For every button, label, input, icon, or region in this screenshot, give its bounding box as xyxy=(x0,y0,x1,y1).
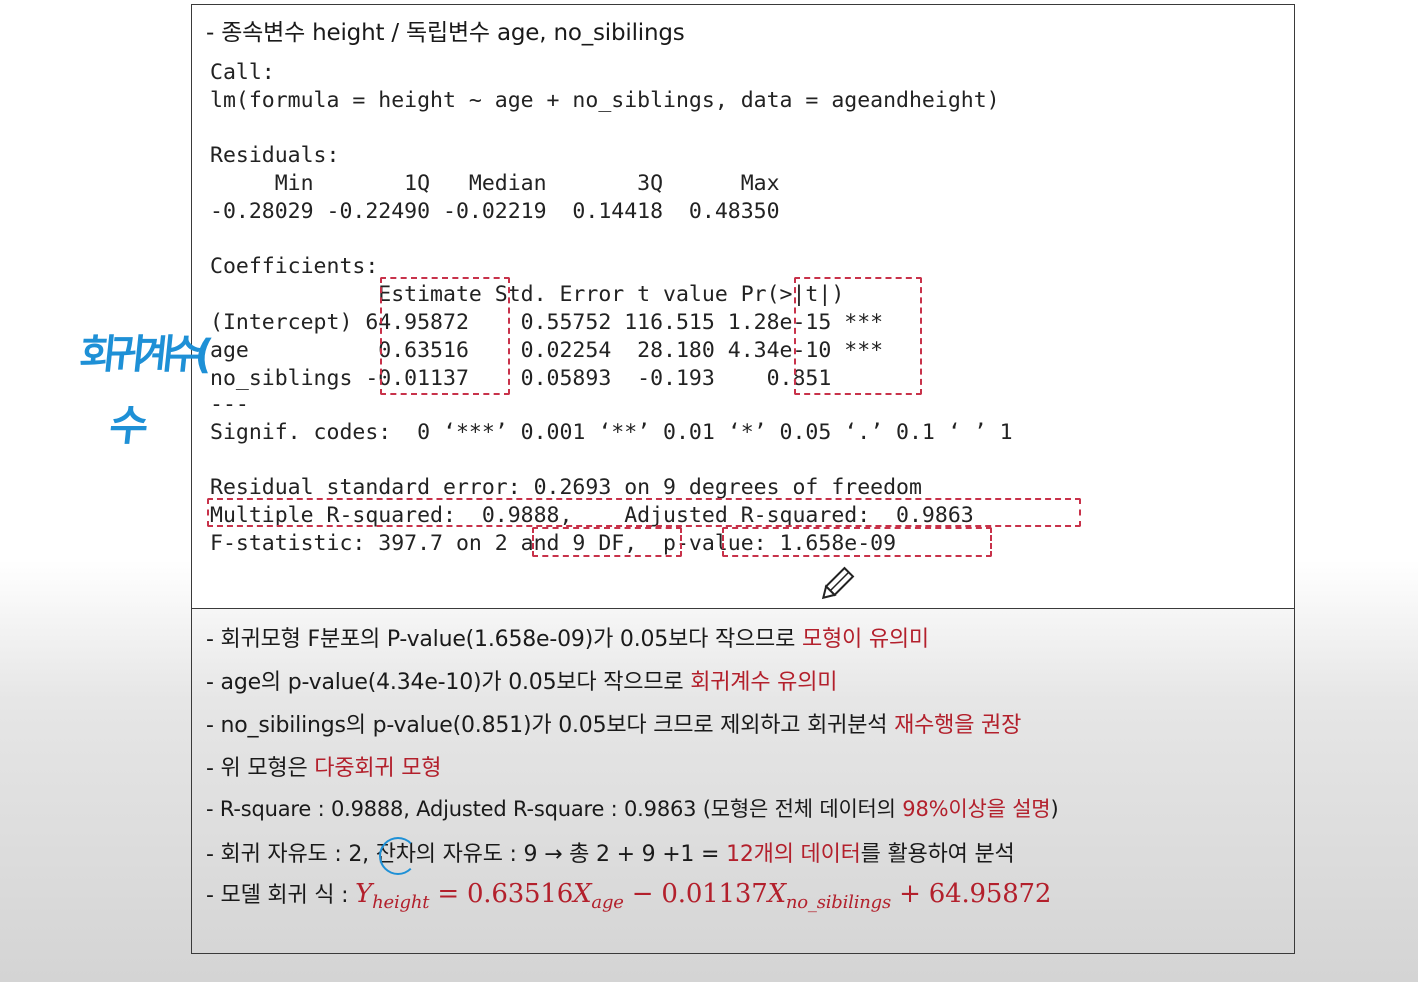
note-model-equation: - 모델 회귀 식 : Yheight = 0.63516Xage − 0.01… xyxy=(206,879,1052,914)
handwritten-annotation-line1: 회귀계수( xyxy=(77,332,208,378)
handwritten-annotation-line2: 수 xyxy=(107,401,151,450)
note-model-significance: - 회귀모형 F분포의 P-value(1.658e-09)가 0.05보다 작… xyxy=(206,627,929,652)
residuals-label: Residuals: xyxy=(210,143,340,168)
coef-row-age: age 0.63516 0.02254 28.180 4.34e-10 *** xyxy=(210,338,884,363)
r-squared-highlight-box xyxy=(207,498,1081,527)
note-r-square: - R-square : 0.9888, Adjusted R-square :… xyxy=(206,797,1059,821)
coef-header: Estimate Std. Error t value Pr(>|t|) xyxy=(210,282,845,307)
pencil-cursor-icon xyxy=(821,566,855,600)
residuals-header: Min 1Q Median 3Q Max xyxy=(210,171,780,196)
degrees-of-freedom-highlight-box xyxy=(532,527,682,557)
slide-heading: - 종속변수 height / 독립변수 age, no_sibilings xyxy=(206,20,685,46)
coef-separator: --- xyxy=(210,392,249,417)
coefficients-label: Coefficients: xyxy=(210,254,379,279)
coef-row-intercept: (Intercept) 64.95872 0.55752 116.515 1.2… xyxy=(210,310,884,335)
note-age-coefficient: - age의 p-value(4.34e-10)가 0.05보다 작으므로 회귀… xyxy=(206,670,838,695)
note-degrees-of-freedom: - 회귀 자유도 : 2, 잔차의 자유도 : 9 → 총 2 + 9 +1 =… xyxy=(206,842,1015,867)
note-model-type: - 위 모형은 다중회귀 모형 xyxy=(206,756,442,781)
regression-equation: Yheight = 0.63516Xage − 0.01137Xno_sibil… xyxy=(355,879,1052,914)
slide-frame: - 종속변수 height / 독립변수 age, no_sibilings C… xyxy=(191,4,1295,954)
r-output-panel: - 종속변수 height / 독립변수 age, no_sibilings C… xyxy=(192,5,1294,609)
coef-row-no-siblings: no_siblings -0.01137 0.05893 -0.193 0.85… xyxy=(210,366,832,391)
call-formula: lm(formula = height ~ age + no_siblings,… xyxy=(210,88,1000,113)
p-value-highlight-box xyxy=(794,277,922,395)
signif-codes: Signif. codes: 0 ‘***’ 0.001 ‘**’ 0.01 ‘… xyxy=(210,420,1013,445)
interpretation-panel: - 회귀모형 F분포의 P-value(1.658e-09)가 0.05보다 작… xyxy=(192,609,1294,953)
call-label: Call: xyxy=(210,60,275,85)
overall-p-value-highlight-box xyxy=(722,527,992,557)
residuals-values: -0.28029 -0.22490 -0.02219 0.14418 0.483… xyxy=(210,199,780,224)
estimate-highlight-box xyxy=(380,277,510,395)
note-no-siblings: - no_sibilings의 p-value(0.851)가 0.05보다 크… xyxy=(206,713,1022,738)
df-circle-annotation xyxy=(379,837,417,875)
